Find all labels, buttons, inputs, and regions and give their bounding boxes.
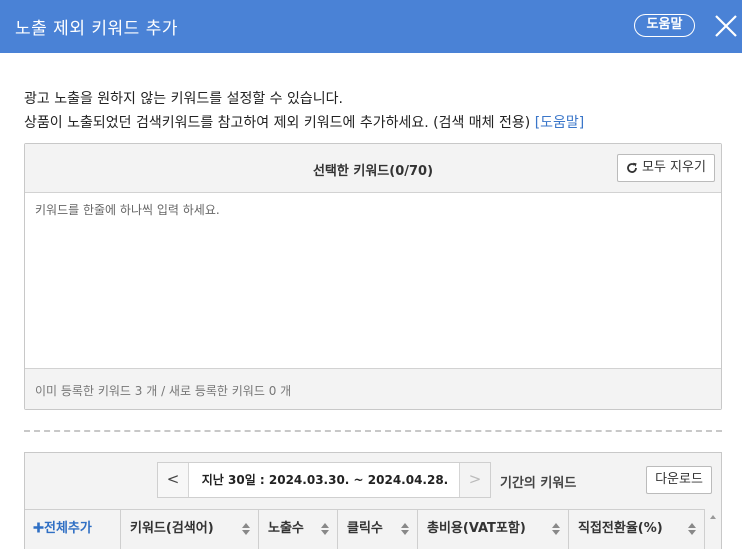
dialog-header: 노출 제외 키워드 추가 도움말 [0,0,742,53]
period-suffix: 기간의 키워드 [500,476,577,491]
clear-all-label: 모두 지우기 [642,160,706,175]
period-selector: < 지난 30일 : 2024.03.30. ~ 2024.04.28. > [157,462,491,498]
add-all-label: 전체추가 [44,521,92,536]
selected-keywords-panel: 선택한 키워드(0/70) 모두 지우기 이미 등록한 키워드 3 개 / 새로… [24,143,722,410]
selected-keywords-header: 선택한 키워드(0/70) 모두 지우기 [25,144,721,193]
keyword-count-footer: 이미 등록한 키워드 3 개 / 새로 등록한 키워드 0 개 [25,368,721,409]
column-header-conversion-rate[interactable]: 직접전환율(%) [569,510,705,549]
sort-icon[interactable] [242,523,250,535]
add-all-button[interactable]: 전체추가 [25,510,121,549]
clear-all-button[interactable]: 모두 지우기 [617,154,715,182]
dialog-title: 노출 제외 키워드 추가 [15,19,178,39]
column-label: 직접전환율(%) [578,521,663,536]
column-label: 총비용(VAT포함) [427,521,526,536]
column-label: 클릭수 [347,521,383,536]
column-header-keyword[interactable]: 키워드(검색어) [121,510,259,549]
sort-icon[interactable] [552,523,560,535]
help-link-close-bracket: ] [578,115,585,131]
period-text: 지난 30일 : 2024.03.30. ~ 2024.04.28. [201,473,449,487]
column-header-clicks[interactable]: 클릭수 [338,510,418,549]
sort-icon[interactable] [688,523,696,535]
period-prev-button[interactable]: < [158,463,189,497]
sort-icon[interactable] [321,523,329,535]
table-header: 전체추가 키워드(검색어) 노출수 클릭수 총비용(VAT포함) 직접전환율(%… [25,509,705,549]
description-line-2: 상품이 노출되었던 검색키워드를 참고하여 제외 키워드에 추가하세요. (검색… [24,112,584,132]
download-button[interactable]: 다운로드 [646,466,712,494]
column-header-impressions[interactable]: 노출수 [259,510,338,549]
period-next-button[interactable]: > [459,463,490,497]
plus-icon [33,522,44,533]
column-label: 노출수 [268,521,304,536]
description-line-1: 광고 노출을 원하지 않는 키워드를 설정할 수 있습니다. [24,91,343,107]
column-header-total-cost[interactable]: 총비용(VAT포함) [418,510,569,549]
refresh-icon [627,162,637,173]
scroll-up-icon[interactable] [707,511,719,525]
help-button[interactable]: 도움말 [634,14,695,37]
help-link[interactable]: [도움말] [535,115,585,131]
sort-icon[interactable] [401,523,409,535]
search-keyword-table: < 지난 30일 : 2024.03.30. ~ 2024.04.28. > 기… [24,452,722,549]
help-link-label: 도움말 [540,115,579,131]
close-icon[interactable] [713,13,739,39]
description-text: 상품이 노출되었던 검색키워드를 참고하여 제외 키워드에 추가하세요. (검색… [24,115,535,131]
keyword-input[interactable] [25,193,721,368]
keyword-count-text: 이미 등록한 키워드 3 개 / 새로 등록한 키워드 0 개 [35,384,292,398]
column-label: 키워드(검색어) [130,521,214,536]
section-divider [24,430,722,432]
